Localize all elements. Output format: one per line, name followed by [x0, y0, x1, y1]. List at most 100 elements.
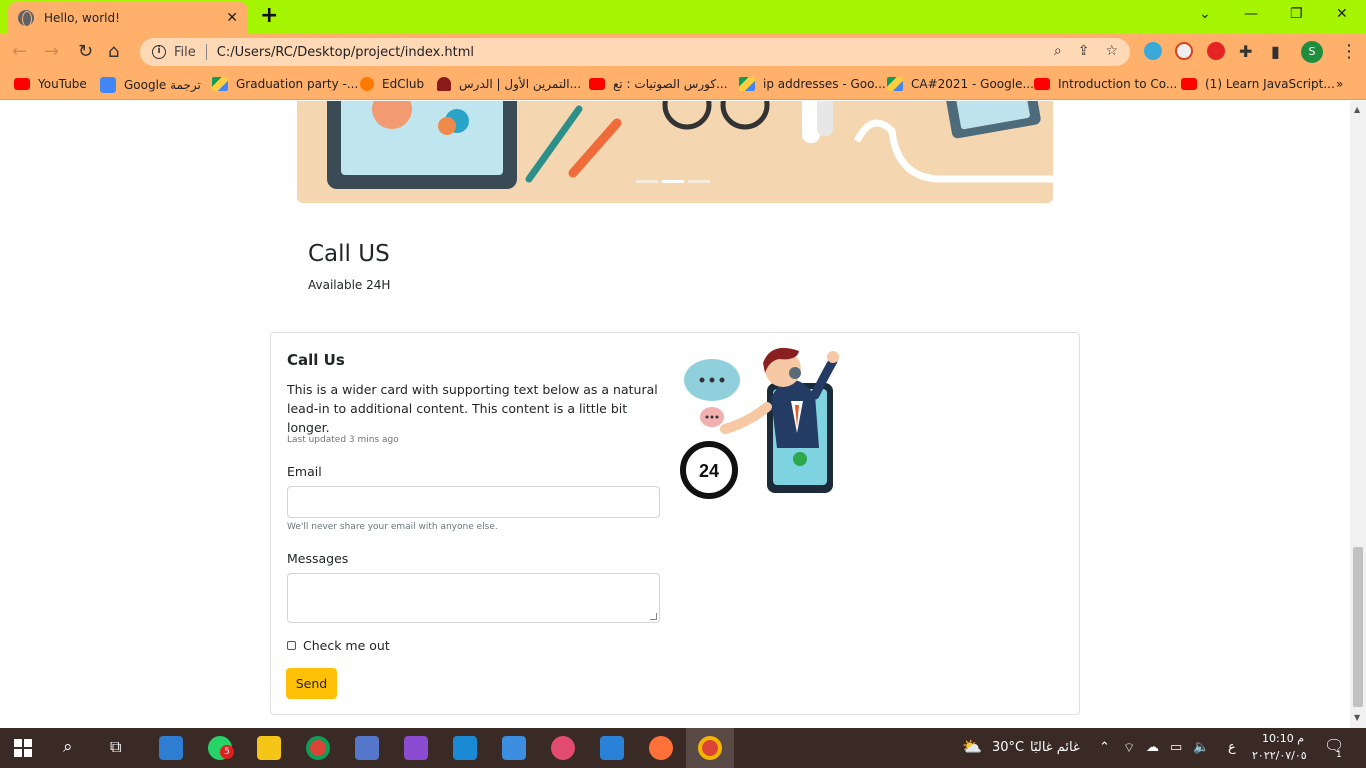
youtube-icon — [1034, 78, 1050, 90]
bookmark-google-translate[interactable]: Google ترجمة — [100, 77, 201, 93]
weather-condition[interactable]: غائم غالبًا — [1030, 740, 1080, 755]
bookmark-phonetics-course[interactable]: كورس الصوتيات : تع... — [589, 77, 728, 91]
back-arrow-icon[interactable]: ← — [12, 41, 27, 63]
wifi-icon[interactable]: ⌔ — [1123, 740, 1135, 756]
battery-icon[interactable]: ▭ — [1170, 740, 1182, 755]
omnibox-divider — [205, 44, 207, 60]
card-text: This is a wider card with supporting tex… — [287, 382, 658, 435]
bookmark-ca2021[interactable]: CA#2021 - Google... — [887, 77, 1034, 91]
scroll-thumb[interactable] — [1353, 547, 1363, 707]
email-label: Email — [287, 464, 322, 479]
profile-avatar[interactable]: S — [1301, 41, 1323, 63]
zoom-icon[interactable]: ⌕ — [1054, 43, 1062, 59]
email-field[interactable] — [287, 486, 660, 518]
page-scrollbar[interactable]: ▲ ▼ — [1350, 101, 1366, 728]
extension-2-icon[interactable] — [1175, 42, 1193, 60]
active-chrome-window[interactable] — [686, 728, 734, 768]
url-text[interactable]: C:/Users/RC/Desktop/project/index.html — [217, 45, 474, 60]
resize-grip-icon[interactable] — [650, 613, 657, 620]
tab-search-chevron-icon[interactable]: ⌄ — [1199, 6, 1211, 22]
bookmark-graduation-party[interactable]: Graduation party -... — [212, 77, 358, 91]
messages-label: Messages — [287, 551, 349, 566]
bookmark-learn-javascript[interactable]: (1) Learn JavaScript... — [1181, 77, 1335, 91]
minimize-button[interactable]: — — [1244, 6, 1258, 22]
scroll-down-icon[interactable]: ▼ — [1354, 713, 1360, 722]
card-title: Call Us — [287, 351, 345, 369]
windows-start-icon[interactable] — [14, 739, 32, 757]
weather-temp[interactable]: 30°C — [992, 740, 1024, 755]
whatsapp-unread-badge: 5 — [220, 745, 234, 759]
new-tab-button[interactable]: + — [260, 5, 278, 27]
extension-1-icon[interactable] — [1144, 42, 1162, 60]
hat-icon — [437, 77, 451, 91]
media-player-icon[interactable] — [355, 736, 379, 760]
last-updated-text: Last updated 3 mins ago — [287, 435, 399, 445]
restore-button[interactable]: ❐ — [1290, 6, 1303, 22]
file-explorer-icon[interactable] — [257, 736, 281, 760]
bookmark-ip-addresses[interactable]: ip addresses - Goo... — [739, 77, 886, 91]
carousel[interactable] — [297, 101, 1053, 203]
chrome-icon[interactable] — [306, 736, 330, 760]
messages-textarea[interactable] — [287, 573, 660, 623]
carousel-indicator-2[interactable] — [662, 180, 684, 183]
hidden-icons-chevron-icon[interactable]: ⌃ — [1099, 740, 1110, 755]
language-indicator[interactable]: ع — [1228, 740, 1236, 755]
side-panel-icon[interactable]: ▮ — [1271, 41, 1280, 63]
tab-close-icon[interactable]: ✕ — [226, 10, 238, 26]
share-icon[interactable]: ⇪ — [1078, 43, 1090, 59]
home-icon[interactable]: ⌂ — [108, 41, 119, 63]
more-bookmarks-button[interactable]: » — [1336, 77, 1343, 91]
clock-date[interactable]: ٢٠٢٢/٠٧/٠٥ — [1252, 749, 1307, 762]
google-translate-icon — [100, 77, 116, 93]
vscode-icon[interactable] — [453, 736, 477, 760]
browser-toolbar: ← → ↻ ⌂ i File C:/Users/RC/Desktop/proje… — [0, 34, 1366, 70]
forward-arrow-icon[interactable]: → — [44, 41, 59, 63]
site-info-icon[interactable]: i — [152, 45, 166, 59]
availability-text: Available 24H — [308, 278, 391, 292]
carousel-indicator-3[interactable] — [688, 180, 710, 183]
send-button[interactable]: Send — [286, 668, 337, 699]
bookmark-edclub[interactable]: EdClub — [360, 77, 424, 91]
chrome-profile-icon — [698, 736, 722, 760]
menu-kebab-icon[interactable]: ⋮ — [1340, 41, 1358, 63]
bookmark-arabic-lesson[interactable]: التمرين الأول | الدرس... — [437, 77, 581, 91]
volume-icon[interactable]: 🔈 — [1193, 740, 1209, 755]
address-bar[interactable]: i File C:/Users/RC/Desktop/project/index… — [140, 38, 1130, 66]
paint-icon[interactable] — [551, 736, 575, 760]
scroll-up-icon[interactable]: ▲ — [1354, 105, 1360, 114]
mail-icon[interactable] — [502, 736, 526, 760]
search-icon[interactable]: ⌕ — [63, 737, 73, 757]
reload-icon[interactable]: ↻ — [78, 41, 93, 63]
weather-icon[interactable]: ⛅ — [962, 737, 982, 756]
check-me-out-checkbox[interactable] — [287, 641, 296, 650]
adblock-icon[interactable] — [1207, 42, 1225, 60]
scheme-label: File — [174, 44, 196, 60]
call-us-heading: Call US — [308, 241, 390, 267]
clock-time[interactable]: 10:10 م — [1262, 732, 1304, 745]
email-help-text: We'll never share your email with anyone… — [287, 522, 498, 532]
page-viewport: Call US Available 24H Call Us This is a … — [0, 101, 1350, 728]
window-close-button[interactable]: ✕ — [1336, 6, 1348, 22]
youtube-icon — [14, 78, 30, 90]
bookmark-introduction[interactable]: Introduction to Co... — [1034, 77, 1177, 91]
notification-count: 1 — [1336, 750, 1342, 760]
task-view-icon[interactable]: ⧉ — [110, 737, 121, 757]
browser-tab[interactable]: Hello, world! ✕ — [8, 2, 248, 34]
checkbox-label[interactable]: Check me out — [303, 638, 390, 653]
google-drive-icon — [887, 77, 903, 91]
onedrive-icon[interactable]: ☁ — [1146, 740, 1159, 755]
bookmark-youtube[interactable]: YouTube — [14, 77, 87, 91]
extensions-puzzle-icon[interactable]: ✚ — [1239, 41, 1252, 63]
store-icon[interactable] — [159, 736, 183, 760]
firefox-icon[interactable] — [649, 736, 673, 760]
tab-strip: Hello, world! ✕ + ⌄ — ❐ ✕ — [0, 0, 1366, 34]
bookmark-star-icon[interactable]: ☆ — [1105, 43, 1118, 59]
clock-24-label: 24 — [699, 461, 719, 481]
visual-studio-icon[interactable] — [404, 736, 428, 760]
bolt-app-icon[interactable] — [600, 736, 624, 760]
globe-icon — [18, 10, 34, 27]
google-drive-icon — [212, 77, 228, 91]
contact-card: Call Us This is a wider card with suppor… — [270, 332, 1080, 715]
carousel-indicator-1[interactable] — [636, 180, 658, 183]
support-agent-illustration: 24 — [680, 347, 839, 499]
